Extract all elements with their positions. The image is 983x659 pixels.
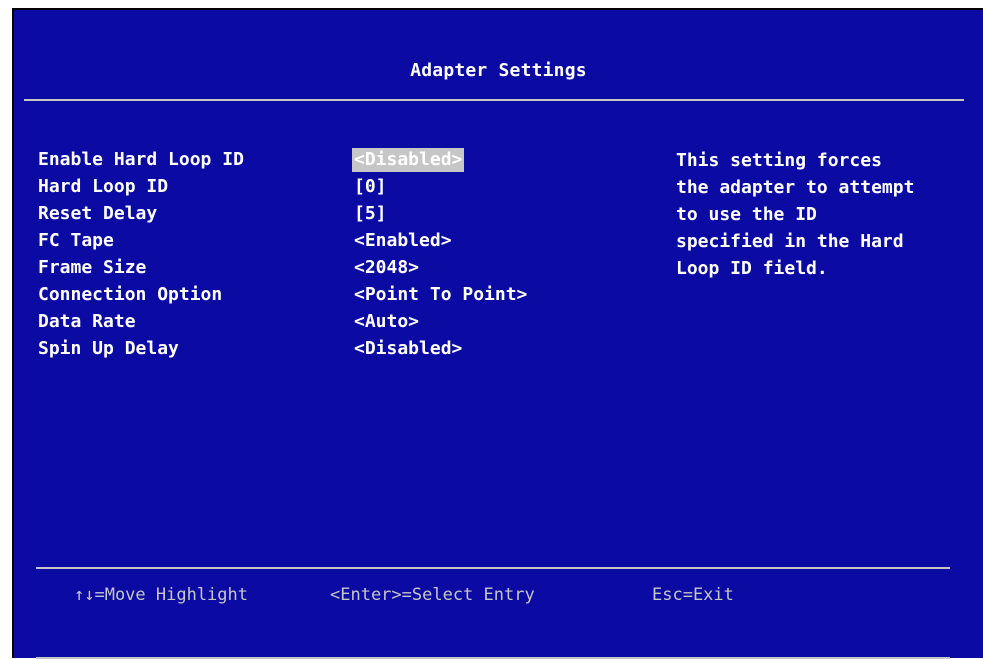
- setting-value[interactable]: [5]: [352, 202, 389, 226]
- setting-value[interactable]: <Disabled>: [352, 337, 464, 361]
- footer-divider-top: [36, 567, 950, 569]
- hint-select-entry: <Enter>=Select Entry: [330, 585, 535, 605]
- help-text: This setting forces the adapter to attem…: [676, 150, 915, 279]
- setting-label: Connection Option: [38, 284, 223, 305]
- setting-label: Hard Loop ID: [38, 176, 169, 197]
- setting-connection-option[interactable]: Connection Option <Point To Point>: [38, 281, 529, 308]
- setting-spin-up-delay[interactable]: Spin Up Delay <Disabled>: [38, 335, 529, 362]
- setting-value[interactable]: <2048>: [352, 256, 421, 280]
- setting-frame-size[interactable]: Frame Size <2048>: [38, 254, 529, 281]
- setting-hard-loop-id[interactable]: Hard Loop ID [0]: [38, 173, 529, 200]
- setting-label: Frame Size: [38, 257, 147, 278]
- setting-label: Enable Hard Loop ID: [38, 149, 244, 170]
- setting-label: Reset Delay: [38, 203, 158, 224]
- page-title: Adapter Settings: [410, 60, 587, 81]
- setting-label: FC Tape: [38, 230, 114, 251]
- settings-list: Enable Hard Loop ID <Disabled> Hard Loop…: [38, 146, 529, 362]
- setting-label: Data Rate: [38, 311, 136, 332]
- setting-value[interactable]: [0]: [352, 175, 389, 199]
- setting-value[interactable]: <Auto>: [352, 310, 421, 334]
- setting-reset-delay[interactable]: Reset Delay [5]: [38, 200, 529, 227]
- setting-label: Spin Up Delay: [38, 338, 179, 359]
- setting-value[interactable]: <Point To Point>: [352, 283, 529, 307]
- setting-data-rate[interactable]: Data Rate <Auto>: [38, 308, 529, 335]
- setting-enable-hard-loop-id[interactable]: Enable Hard Loop ID <Disabled>: [38, 146, 529, 173]
- setting-fc-tape[interactable]: FC Tape <Enabled>: [38, 227, 529, 254]
- bios-screen: Adapter Settings Enable Hard Loop ID <Di…: [12, 8, 983, 659]
- setting-value[interactable]: <Enabled>: [352, 229, 454, 253]
- hint-exit: Esc=Exit: [652, 585, 734, 605]
- setting-value-selected[interactable]: <Disabled>: [352, 147, 465, 172]
- hint-move-highlight: ↑↓=Move Highlight: [74, 585, 248, 605]
- title-divider: [24, 99, 964, 101]
